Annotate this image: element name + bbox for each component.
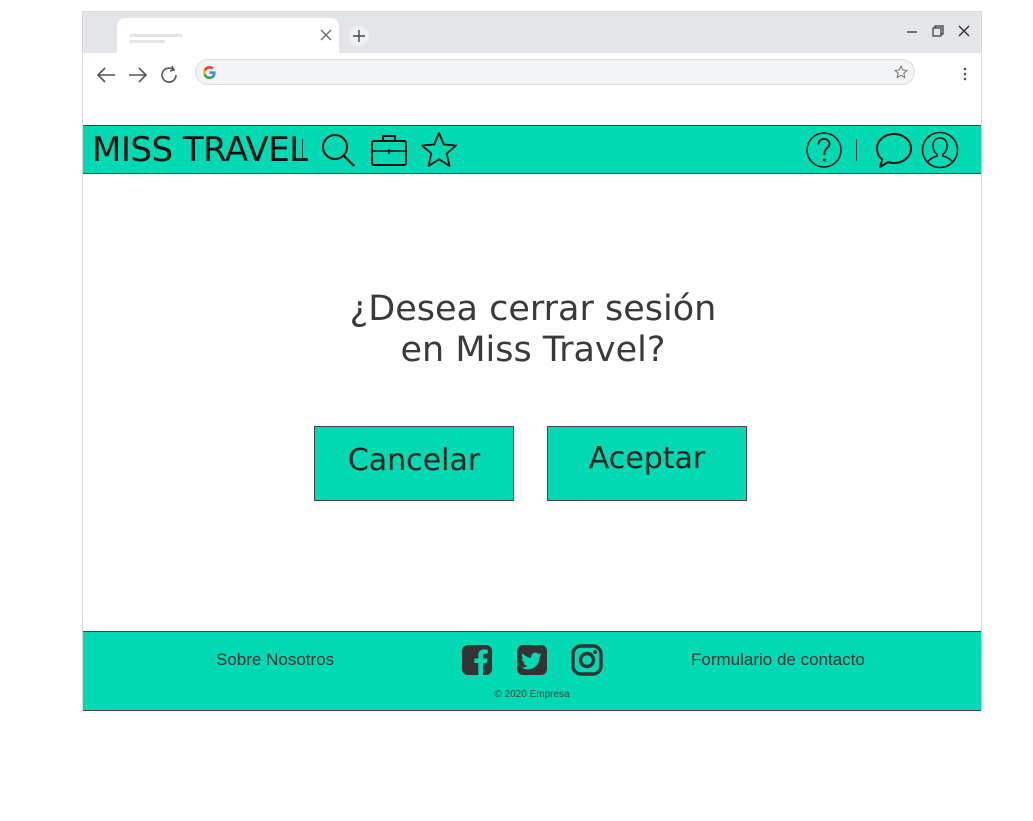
instagram-icon[interactable] [570, 643, 604, 677]
briefcase-icon[interactable] [370, 131, 408, 169]
close-tab-icon[interactable] [319, 28, 333, 42]
header-divider [856, 139, 857, 161]
logout-question-line2: en Miss Travel? [400, 330, 666, 370]
contact-form-link[interactable]: Formulario de contacto [691, 650, 865, 670]
browser-tab[interactable] [117, 18, 339, 53]
back-icon[interactable] [95, 65, 117, 85]
new-tab-icon[interactable] [349, 26, 369, 46]
search-icon[interactable] [319, 131, 357, 169]
browser-window: MISS TRAVEL ¿Desea cerrar sesión en Miss… [82, 11, 983, 711]
accept-button[interactable]: Aceptar [547, 426, 747, 501]
footer: Sobre Nosotros Formulario de contacto © … [83, 631, 981, 711]
cancel-button[interactable]: Cancelar [314, 426, 514, 501]
header-divider [302, 139, 303, 161]
twitter-icon[interactable] [515, 643, 549, 677]
tab-title-placeholder [129, 34, 183, 37]
chat-icon[interactable] [875, 131, 913, 169]
google-icon [203, 65, 216, 80]
copyright-text: © 2020 Empresa [494, 689, 570, 700]
brand-logo[interactable]: MISS TRAVEL [92, 130, 308, 170]
help-icon[interactable] [805, 131, 843, 169]
user-icon[interactable] [921, 131, 959, 169]
minimize-icon[interactable] [905, 24, 919, 38]
browser-menu-icon[interactable] [959, 67, 971, 81]
app-header: MISS TRAVEL [83, 125, 981, 174]
logout-question-line1: ¿Desea cerrar sesión [349, 289, 717, 329]
browser-toolbar [83, 53, 981, 93]
star-icon[interactable] [420, 131, 458, 169]
tab-title-placeholder [129, 40, 165, 43]
about-us-link[interactable]: Sobre Nosotros [216, 650, 334, 670]
bookmark-star-icon[interactable] [894, 65, 908, 79]
logout-question: ¿Desea cerrar sesión en Miss Travel? [83, 289, 983, 371]
address-bar[interactable] [195, 59, 915, 85]
tab-bar [83, 12, 981, 53]
restore-icon[interactable] [931, 24, 945, 38]
reload-icon[interactable] [159, 65, 181, 85]
facebook-icon[interactable] [460, 643, 494, 677]
forward-icon[interactable] [127, 65, 149, 85]
close-window-icon[interactable] [957, 24, 971, 38]
